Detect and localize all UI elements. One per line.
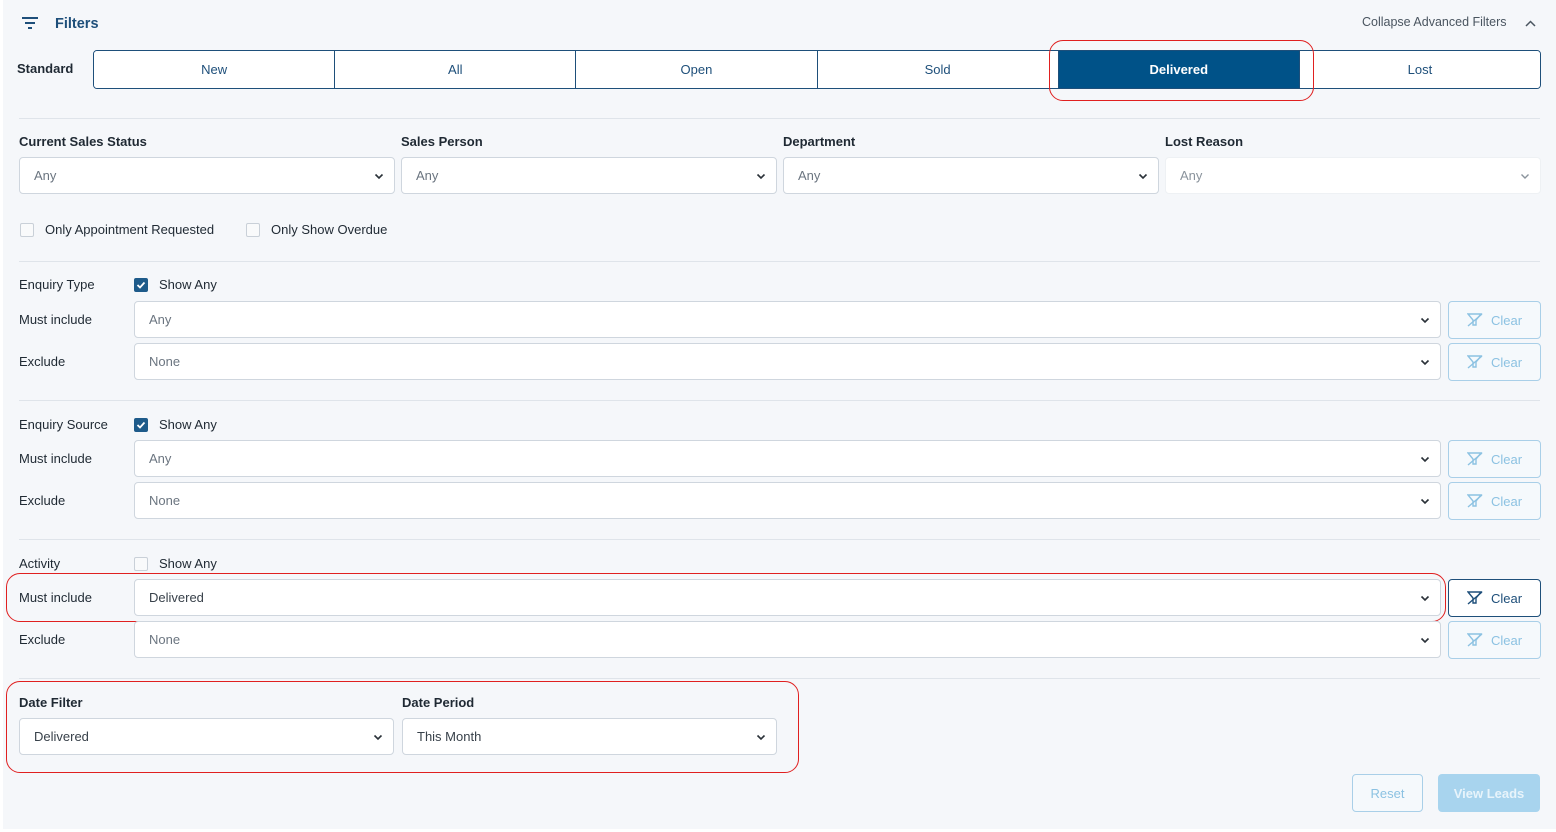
enquiry-source-show-any-label: Show Any — [159, 417, 217, 432]
activity-must-include-clear-button[interactable]: Clear — [1448, 579, 1541, 617]
clear-label: Clear — [1490, 493, 1523, 509]
only-show-overdue-label: Only Show Overdue — [271, 222, 388, 237]
divider — [19, 678, 1540, 679]
activity-exclude-select[interactable]: None — [134, 621, 1441, 658]
enquiry-type-show-any-label: Show Any — [159, 277, 217, 292]
chevron-down-icon — [1420, 498, 1430, 504]
lost-reason-select[interactable]: Any — [1165, 157, 1541, 194]
clear-label: Clear — [1490, 354, 1523, 370]
chevron-down-icon — [756, 173, 766, 179]
activity-show-any-checkbox[interactable] — [134, 557, 148, 571]
enquiry-source-exclude-label: Exclude — [19, 493, 66, 508]
chevron-down-icon — [1420, 317, 1430, 323]
clear-filter-icon — [1466, 313, 1483, 327]
highlight-date-filters — [6, 681, 799, 773]
view-leads-button[interactable]: View Leads — [1438, 774, 1540, 812]
enquiry-type-exclude-value: None — [149, 354, 181, 369]
chevron-down-icon — [374, 173, 384, 179]
enquiry-source-must-include-value: Any — [149, 451, 172, 466]
chevron-down-icon — [1521, 173, 1529, 179]
enquiry-source-exclude-clear-button[interactable]: Clear — [1448, 482, 1541, 520]
clear-filter-icon — [1466, 494, 1483, 508]
clear-filter-icon — [1466, 633, 1483, 647]
enquiry-source-exclude-select[interactable]: None — [134, 482, 1441, 519]
enquiry-source-must-include-label: Must include — [19, 451, 92, 466]
clear-label: Clear — [1490, 590, 1523, 606]
divider — [19, 400, 1540, 401]
enquiry-source-show-any-checkbox[interactable] — [134, 418, 148, 432]
clear-label: Clear — [1490, 312, 1523, 328]
clear-filter-icon — [1466, 591, 1483, 605]
enquiry-type-show-any-checkbox[interactable] — [134, 278, 148, 292]
sales-person-label: Sales Person — [401, 134, 483, 149]
chevron-up-icon[interactable] — [1524, 17, 1537, 30]
standard-label: Standard — [17, 61, 74, 76]
sales-person-select[interactable]: Any — [401, 157, 777, 194]
tab-lost[interactable]: Lost — [1299, 51, 1540, 88]
highlight-activity-must-include — [6, 573, 1446, 622]
enquiry-type-exclude-select[interactable]: None — [134, 343, 1441, 380]
activity-show-any-label: Show Any — [159, 556, 217, 571]
chevron-down-icon — [1420, 637, 1430, 643]
enquiry-source-must-include-clear-button[interactable]: Clear — [1448, 440, 1541, 478]
sales-person-value: Any — [416, 168, 439, 183]
clear-filter-icon — [1466, 355, 1483, 369]
divider — [19, 118, 1540, 119]
clear-label: Clear — [1490, 632, 1523, 648]
activity-exclude-label: Exclude — [19, 632, 66, 647]
current-sales-status-label: Current Sales Status — [19, 134, 147, 149]
only-appointment-requested-label: Only Appointment Requested — [45, 222, 215, 237]
activity-exclude-value: None — [149, 632, 181, 647]
department-label: Department — [783, 134, 856, 149]
department-select[interactable]: Any — [783, 157, 1159, 194]
current-sales-status-select[interactable]: Any — [19, 157, 395, 194]
clear-filter-icon — [1466, 452, 1483, 466]
collapse-advanced-filters-link[interactable]: Collapse Advanced Filters — [1362, 15, 1507, 29]
activity-exclude-clear-button[interactable]: Clear — [1448, 621, 1541, 659]
highlight-delivered-tab — [1049, 40, 1314, 101]
current-sales-status-value: Any — [34, 168, 57, 183]
checkmark-icon — [136, 421, 146, 429]
divider — [19, 539, 1540, 540]
filters-title: Filters — [55, 16, 99, 32]
tab-sold[interactable]: Sold — [817, 51, 1059, 88]
checkmark-icon — [136, 281, 146, 289]
reset-button[interactable]: Reset — [1352, 774, 1423, 812]
only-show-overdue-checkbox[interactable] — [246, 223, 260, 237]
activity-label: Activity — [19, 556, 61, 571]
chevron-down-icon — [1420, 359, 1430, 365]
filter-lines-icon — [22, 17, 38, 29]
enquiry-source-must-include-select[interactable]: Any — [134, 440, 1441, 477]
lost-reason-value: Any — [1180, 168, 1203, 183]
enquiry-type-must-include-clear-button[interactable]: Clear — [1448, 301, 1541, 339]
enquiry-source-exclude-value: None — [149, 493, 181, 508]
enquiry-type-must-include-label: Must include — [19, 312, 92, 327]
enquiry-type-label: Enquiry Type — [19, 277, 95, 292]
chevron-down-icon — [1420, 456, 1430, 462]
chevron-down-icon — [1138, 173, 1148, 179]
tab-open[interactable]: Open — [576, 51, 818, 88]
tab-all[interactable]: All — [335, 51, 577, 88]
department-value: Any — [798, 168, 821, 183]
enquiry-source-label: Enquiry Source — [19, 417, 108, 432]
lost-reason-label: Lost Reason — [1165, 134, 1244, 149]
divider — [19, 261, 1540, 262]
enquiry-type-exclude-clear-button[interactable]: Clear — [1448, 343, 1541, 381]
only-appointment-requested-checkbox[interactable] — [20, 223, 34, 237]
enquiry-type-must-include-select[interactable]: Any — [134, 301, 1441, 338]
clear-label: Clear — [1490, 451, 1523, 467]
enquiry-type-exclude-label: Exclude — [19, 354, 66, 369]
enquiry-type-must-include-value: Any — [149, 312, 172, 327]
tab-new[interactable]: New — [94, 51, 336, 88]
standard-segmented-control: New All Open Sold Delivered Lost — [93, 50, 1541, 89]
